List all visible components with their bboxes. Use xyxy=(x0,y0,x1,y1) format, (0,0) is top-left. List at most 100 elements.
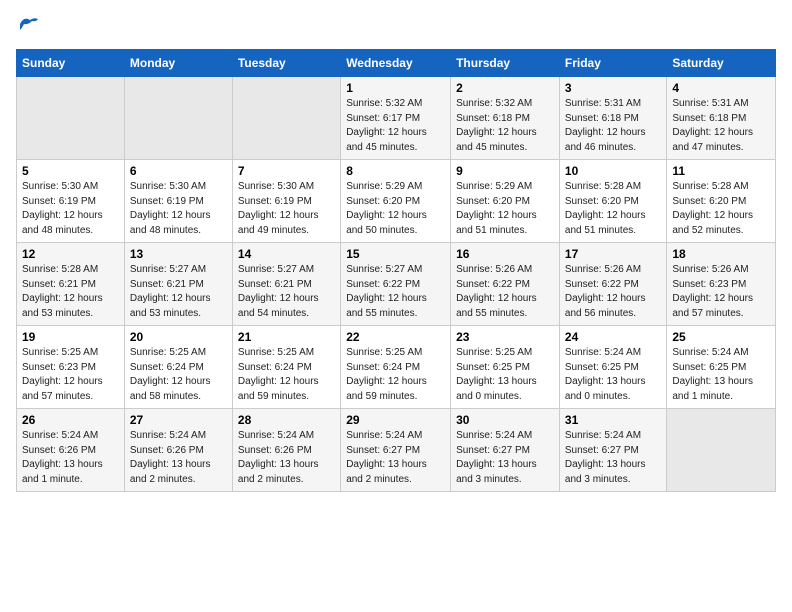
calendar-cell: 21 Sunrise: 5:25 AMSunset: 6:24 PMDayligh… xyxy=(232,326,340,409)
day-info: Sunrise: 5:31 AMSunset: 6:18 PMDaylight:… xyxy=(672,97,770,155)
calendar-cell xyxy=(667,409,776,492)
day-info: Sunrise: 5:24 AMSunset: 6:27 PMDaylight:… xyxy=(346,429,445,487)
day-info: Sunrise: 5:24 AMSunset: 6:25 PMDaylight:… xyxy=(672,346,770,404)
calendar-week-row: 12 Sunrise: 5:28 AMSunset: 6:21 PMDayligh… xyxy=(17,243,776,326)
day-info: Sunrise: 5:32 AMSunset: 6:18 PMDaylight:… xyxy=(456,97,554,155)
day-number: 13 xyxy=(130,247,227,261)
column-header-sunday: Sunday xyxy=(17,50,125,77)
column-header-monday: Monday xyxy=(124,50,232,77)
calendar-cell: 16 Sunrise: 5:26 AMSunset: 6:22 PMDayligh… xyxy=(451,243,560,326)
day-info: Sunrise: 5:24 AMSunset: 6:26 PMDaylight:… xyxy=(130,429,227,487)
calendar-cell: 22Sunrise: 5:25 AMSunset: 6:24 PMDayligh… xyxy=(341,326,451,409)
day-number: 16 xyxy=(456,247,554,261)
calendar-week-row: 19 Sunrise: 5:25 AMSunset: 6:23 PMDayligh… xyxy=(17,326,776,409)
column-header-saturday: Saturday xyxy=(667,50,776,77)
calendar-cell: 1 Sunrise: 5:32 AMSunset: 6:17 PMDaylight… xyxy=(341,77,451,160)
day-number: 28 xyxy=(238,413,335,427)
day-number: 8 xyxy=(346,164,445,178)
day-info: Sunrise: 5:29 AMSunset: 6:20 PMDaylight:… xyxy=(346,180,445,238)
day-info: Sunrise: 5:25 AMSunset: 6:24 PMDaylight:… xyxy=(130,346,227,404)
day-number: 14 xyxy=(238,247,335,261)
day-number: 23 xyxy=(456,330,554,344)
calendar-cell: 24 Sunrise: 5:24 AMSunset: 6:25 PMDayligh… xyxy=(559,326,666,409)
day-number: 19 xyxy=(22,330,119,344)
calendar-cell xyxy=(124,77,232,160)
page-header xyxy=(16,16,776,37)
day-number: 15 xyxy=(346,247,445,261)
calendar-cell: 11Sunrise: 5:28 AMSunset: 6:20 PMDayligh… xyxy=(667,160,776,243)
calendar-week-row: 5 Sunrise: 5:30 AMSunset: 6:19 PMDaylight… xyxy=(17,160,776,243)
calendar-header-row: SundayMondayTuesdayWednesdayThursdayFrid… xyxy=(17,50,776,77)
day-info: Sunrise: 5:28 AMSunset: 6:20 PMDaylight:… xyxy=(565,180,661,238)
day-number: 7 xyxy=(238,164,335,178)
calendar-cell: 19 Sunrise: 5:25 AMSunset: 6:23 PMDayligh… xyxy=(17,326,125,409)
calendar-cell: 8 Sunrise: 5:29 AMSunset: 6:20 PMDaylight… xyxy=(341,160,451,243)
calendar-cell: 2 Sunrise: 5:32 AMSunset: 6:18 PMDaylight… xyxy=(451,77,560,160)
day-number: 1 xyxy=(346,81,445,95)
day-number: 26 xyxy=(22,413,119,427)
day-info: Sunrise: 5:24 AMSunset: 6:25 PMDaylight:… xyxy=(565,346,661,404)
day-info: Sunrise: 5:26 AMSunset: 6:22 PMDaylight:… xyxy=(456,263,554,321)
day-info: Sunrise: 5:24 AMSunset: 6:27 PMDaylight:… xyxy=(456,429,554,487)
calendar-week-row: 26 Sunrise: 5:24 AMSunset: 6:26 PMDayligh… xyxy=(17,409,776,492)
calendar-cell: 13 Sunrise: 5:27 AMSunset: 6:21 PMDayligh… xyxy=(124,243,232,326)
day-number: 24 xyxy=(565,330,661,344)
day-info: Sunrise: 5:29 AMSunset: 6:20 PMDaylight:… xyxy=(456,180,554,238)
calendar-cell: 4 Sunrise: 5:31 AMSunset: 6:18 PMDaylight… xyxy=(667,77,776,160)
calendar-cell: 3Sunrise: 5:31 AMSunset: 6:18 PMDaylight… xyxy=(559,77,666,160)
calendar-cell: 9Sunrise: 5:29 AMSunset: 6:20 PMDaylight… xyxy=(451,160,560,243)
day-number: 5 xyxy=(22,164,119,178)
day-number: 25 xyxy=(672,330,770,344)
calendar-cell xyxy=(17,77,125,160)
calendar-cell: 20 Sunrise: 5:25 AMSunset: 6:24 PMDayligh… xyxy=(124,326,232,409)
day-info: Sunrise: 5:25 AMSunset: 6:24 PMDaylight:… xyxy=(346,346,445,404)
column-header-thursday: Thursday xyxy=(451,50,560,77)
calendar-cell: 7 Sunrise: 5:30 AMSunset: 6:19 PMDaylight… xyxy=(232,160,340,243)
calendar-cell: 30Sunrise: 5:24 AMSunset: 6:27 PMDayligh… xyxy=(451,409,560,492)
calendar-cell: 31Sunrise: 5:24 AMSunset: 6:27 PMDayligh… xyxy=(559,409,666,492)
calendar-table: SundayMondayTuesdayWednesdayThursdayFrid… xyxy=(16,49,776,492)
column-header-wednesday: Wednesday xyxy=(341,50,451,77)
logo xyxy=(16,16,40,37)
day-info: Sunrise: 5:30 AMSunset: 6:19 PMDaylight:… xyxy=(238,180,335,238)
day-number: 17 xyxy=(565,247,661,261)
day-info: Sunrise: 5:28 AMSunset: 6:21 PMDaylight:… xyxy=(22,263,119,321)
calendar-cell: 6Sunrise: 5:30 AMSunset: 6:19 PMDaylight… xyxy=(124,160,232,243)
calendar-cell: 5 Sunrise: 5:30 AMSunset: 6:19 PMDaylight… xyxy=(17,160,125,243)
calendar-cell: 25 Sunrise: 5:24 AMSunset: 6:25 PMDayligh… xyxy=(667,326,776,409)
calendar-cell: 29 Sunrise: 5:24 AMSunset: 6:27 PMDayligh… xyxy=(341,409,451,492)
day-number: 6 xyxy=(130,164,227,178)
day-number: 12 xyxy=(22,247,119,261)
day-info: Sunrise: 5:32 AMSunset: 6:17 PMDaylight:… xyxy=(346,97,445,155)
calendar-week-row: 1 Sunrise: 5:32 AMSunset: 6:17 PMDaylight… xyxy=(17,77,776,160)
calendar-cell: 27 Sunrise: 5:24 AMSunset: 6:26 PMDayligh… xyxy=(124,409,232,492)
day-info: Sunrise: 5:25 AMSunset: 6:23 PMDaylight:… xyxy=(22,346,119,404)
calendar-cell: 12 Sunrise: 5:28 AMSunset: 6:21 PMDayligh… xyxy=(17,243,125,326)
day-info: Sunrise: 5:24 AMSunset: 6:27 PMDaylight:… xyxy=(565,429,661,487)
day-info: Sunrise: 5:27 AMSunset: 6:22 PMDaylight:… xyxy=(346,263,445,321)
calendar-cell: 28Sunrise: 5:24 AMSunset: 6:26 PMDayligh… xyxy=(232,409,340,492)
calendar-cell: 23 Sunrise: 5:25 AMSunset: 6:25 PMDayligh… xyxy=(451,326,560,409)
day-info: Sunrise: 5:27 AMSunset: 6:21 PMDaylight:… xyxy=(130,263,227,321)
calendar-cell: 26 Sunrise: 5:24 AMSunset: 6:26 PMDayligh… xyxy=(17,409,125,492)
column-header-tuesday: Tuesday xyxy=(232,50,340,77)
day-info: Sunrise: 5:25 AMSunset: 6:25 PMDaylight:… xyxy=(456,346,554,404)
day-number: 29 xyxy=(346,413,445,427)
column-header-friday: Friday xyxy=(559,50,666,77)
calendar-cell: 14 Sunrise: 5:27 AMSunset: 6:21 PMDayligh… xyxy=(232,243,340,326)
day-number: 11 xyxy=(672,164,770,178)
day-info: Sunrise: 5:24 AMSunset: 6:26 PMDaylight:… xyxy=(22,429,119,487)
logo-bird-icon xyxy=(18,16,40,37)
day-number: 27 xyxy=(130,413,227,427)
day-number: 10 xyxy=(565,164,661,178)
day-number: 4 xyxy=(672,81,770,95)
day-number: 21 xyxy=(238,330,335,344)
day-info: Sunrise: 5:30 AMSunset: 6:19 PMDaylight:… xyxy=(22,180,119,238)
calendar-cell: 15 Sunrise: 5:27 AMSunset: 6:22 PMDayligh… xyxy=(341,243,451,326)
day-info: Sunrise: 5:27 AMSunset: 6:21 PMDaylight:… xyxy=(238,263,335,321)
calendar-cell xyxy=(232,77,340,160)
day-number: 20 xyxy=(130,330,227,344)
day-number: 2 xyxy=(456,81,554,95)
day-info: Sunrise: 5:25 AMSunset: 6:24 PMDaylight:… xyxy=(238,346,335,404)
day-number: 18 xyxy=(672,247,770,261)
